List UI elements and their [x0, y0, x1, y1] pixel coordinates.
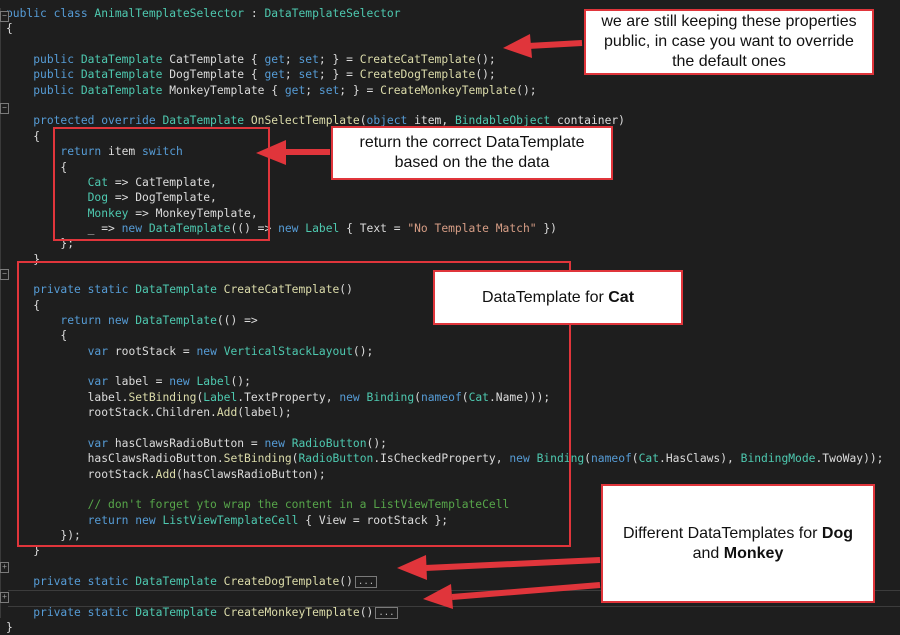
callout-other-templates: Different DataTemplates for Dog and Monke… — [601, 484, 875, 603]
collapsed-region-marker[interactable]: ... — [354, 575, 378, 588]
outline-gutter — [0, 8, 1, 618]
code-line: public class AnimalTemplateSelector : Da… — [6, 6, 401, 21]
code-token: DataTemplate — [80, 83, 170, 97]
callout-cat-bold: Cat — [608, 288, 635, 306]
fold-toggle-class[interactable]: − — [0, 11, 9, 22]
code-token: DataTemplate — [135, 605, 224, 619]
fold-toggle-createmonkeytemplate[interactable]: + — [0, 592, 9, 603]
callout-cat-text: DataTemplate for Cat — [482, 288, 634, 308]
callout-properties-text: we are still keeping these properties pu… — [601, 13, 857, 70]
code-token: DogTemplate { — [169, 68, 265, 82]
arrow-properties — [527, 40, 583, 49]
fold-toggle-createdogtemplate[interactable]: + — [0, 562, 9, 573]
code-token: : — [244, 7, 265, 20]
code-token: (); — [475, 53, 496, 67]
code-line: public DataTemplate MonkeyTemplate { get… — [6, 83, 537, 98]
code-token: (); — [475, 68, 496, 82]
code-editor[interactable]: public class AnimalTemplateSelector : Da… — [0, 0, 900, 634]
code-token: DataTemplate — [80, 68, 170, 82]
code-token: ( — [631, 452, 639, 466]
fold-toggle-onselecttemplate[interactable]: − — [0, 103, 9, 114]
code-line: { — [6, 129, 40, 144]
code-token: public — [33, 53, 81, 67]
code-token: .HasClaws), — [659, 452, 741, 466]
code-token: ; — [284, 53, 299, 67]
code-token: CreateMonkeyTemplate — [380, 83, 517, 97]
code-token: { — [6, 129, 41, 143]
code-line: private static DataTemplate CreateDogTem… — [6, 574, 378, 589]
callout-other-text: Different DataTemplates for Dog and Monke… — [623, 524, 853, 564]
collapsed-region-marker[interactable]: ... — [375, 606, 398, 619]
code-token: ; — [284, 68, 299, 82]
callout-properties: we are still keeping these properties pu… — [584, 9, 874, 75]
code-token: Label — [305, 221, 347, 235]
code-token: AnimalTemplateSelector — [94, 7, 245, 20]
code-line: public DataTemplate DogTemplate { get; s… — [6, 67, 496, 82]
code-token: { Text = — [346, 221, 408, 235]
callout-switch-text: return the correct DataTemplate based on… — [359, 134, 585, 171]
code-token: private static — [33, 605, 136, 619]
code-token: ( — [584, 452, 591, 466]
code-line: private static DataTemplate CreateMonkey… — [6, 605, 398, 620]
code-token: nameof — [590, 452, 632, 466]
code-token: set — [318, 83, 340, 97]
code-token: () — [339, 574, 353, 588]
code-token: CreateDogTemplate — [223, 574, 340, 588]
arrow-dog-head — [397, 555, 427, 580]
code-token: get — [264, 53, 285, 67]
callout-other-dog: Dog — [821, 524, 853, 542]
callout-other-and: and — [692, 544, 720, 562]
callout-other-prefix: Different DataTemplates for — [622, 524, 822, 542]
code-token: public — [33, 83, 81, 97]
switch-highlight-box — [53, 127, 270, 241]
code-token: { — [6, 22, 13, 36]
code-token: public class — [6, 7, 95, 20]
fold-toggle-createcattemplate[interactable]: − — [0, 269, 9, 280]
code-token: DataTemplateSelector — [264, 7, 401, 20]
code-token: "No Template Match" — [407, 221, 537, 235]
code-token: protected override — [33, 114, 163, 128]
callout-switch: return the correct DataTemplate based on… — [331, 126, 613, 180]
code-token: CreateDogTemplate — [359, 68, 476, 82]
code-token: DataTemplate — [162, 114, 251, 128]
code-token: DataTemplate — [80, 53, 170, 67]
code-token: ; — [305, 83, 319, 97]
code-token: ; } = — [318, 68, 360, 82]
code-token: } — [6, 621, 13, 634]
callout-cat-prefix: DataTemplate for — [481, 288, 609, 306]
code-token: DataTemplate — [135, 574, 224, 588]
code-line: public DataTemplate CatTemplate { get; s… — [6, 52, 496, 67]
code-token: CatTemplate { — [169, 53, 265, 67]
code-token: }) — [536, 221, 557, 235]
callout-other-monkey: Monkey — [723, 544, 784, 562]
arrow-dog — [424, 557, 601, 571]
code-token: MonkeyTemplate { — [169, 83, 285, 97]
code-token: public — [33, 68, 81, 82]
code-token: ; } = — [318, 53, 360, 67]
code-token: () — [359, 605, 374, 619]
code-token: Cat — [638, 452, 660, 466]
code-token: CreateCatTemplate — [359, 53, 476, 67]
code-line: } — [6, 620, 13, 635]
code-token: .TwoWay)); — [815, 452, 884, 466]
code-token: get — [264, 68, 285, 82]
callout-cat-template: DataTemplate for Cat — [433, 270, 683, 325]
code-line: { — [6, 21, 13, 36]
code-token: BindingMode — [740, 452, 816, 466]
code-token: ; } = — [339, 83, 381, 97]
code-token: CreateMonkeyTemplate — [223, 605, 360, 619]
arrow-properties-head — [503, 34, 532, 58]
code-token: get — [284, 83, 306, 97]
code-token: set — [298, 53, 319, 67]
code-token: set — [298, 68, 319, 82]
code-token: private static — [33, 574, 136, 588]
code-token: new — [278, 221, 306, 235]
code-token: (); — [516, 83, 537, 97]
